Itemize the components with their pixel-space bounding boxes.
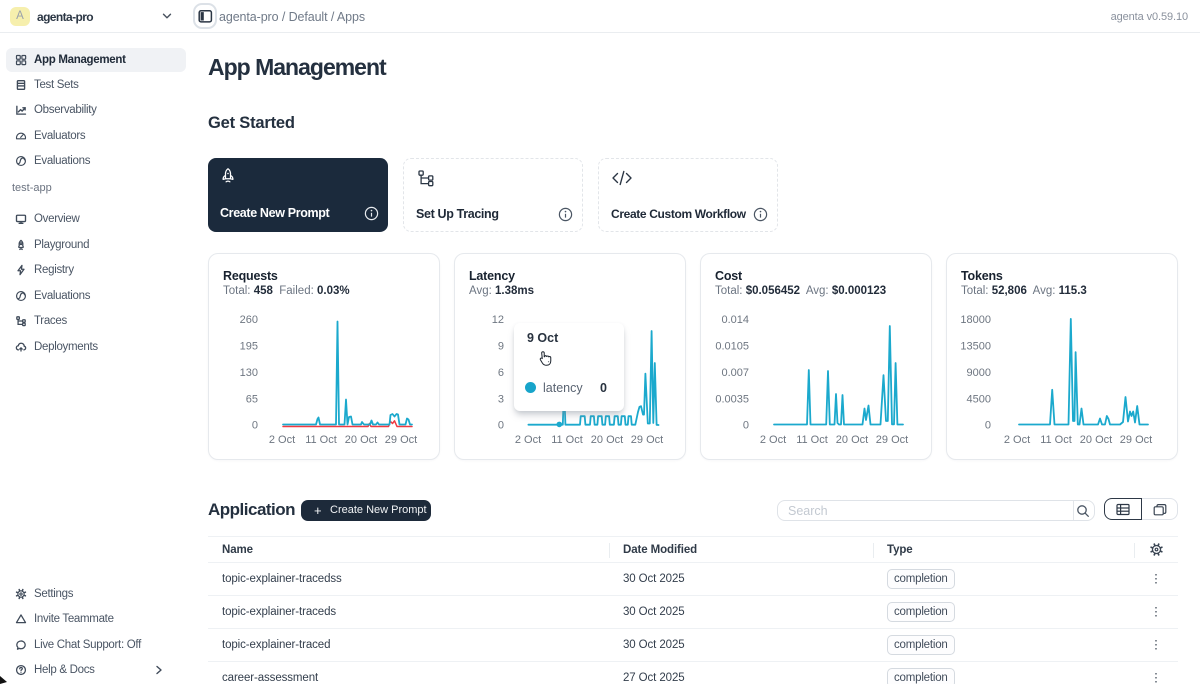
svg-text:29 Oct: 29 Oct	[385, 434, 417, 446]
svg-text:6: 6	[498, 367, 504, 379]
svg-text:0: 0	[498, 420, 504, 432]
svg-text:0: 0	[252, 420, 258, 432]
svg-text:0.0035: 0.0035	[715, 394, 749, 406]
svg-text:29 Oct: 29 Oct	[876, 434, 908, 446]
svg-text:12: 12	[492, 314, 504, 326]
svg-text:3: 3	[498, 394, 504, 406]
svg-text:0: 0	[985, 420, 991, 432]
svg-text:20 Oct: 20 Oct	[591, 434, 623, 446]
svg-text:11 Oct: 11 Oct	[1040, 434, 1072, 446]
svg-text:0: 0	[743, 420, 749, 432]
svg-text:11 Oct: 11 Oct	[551, 434, 583, 446]
svg-text:2 Oct: 2 Oct	[269, 434, 295, 446]
svg-text:9000: 9000	[967, 367, 991, 379]
svg-text:260: 260	[240, 314, 258, 326]
svg-text:9: 9	[498, 341, 504, 353]
svg-text:20 Oct: 20 Oct	[836, 434, 868, 446]
svg-text:20 Oct: 20 Oct	[1080, 434, 1112, 446]
svg-text:18000: 18000	[960, 314, 991, 326]
svg-text:29 Oct: 29 Oct	[631, 434, 663, 446]
svg-text:195: 195	[240, 341, 258, 353]
svg-text:2 Oct: 2 Oct	[515, 434, 541, 446]
svg-text:0.014: 0.014	[721, 314, 749, 326]
svg-text:4500: 4500	[967, 394, 991, 406]
svg-text:0.0105: 0.0105	[715, 341, 749, 353]
svg-text:130: 130	[240, 367, 258, 379]
svg-text:2 Oct: 2 Oct	[760, 434, 786, 446]
svg-text:20 Oct: 20 Oct	[345, 434, 377, 446]
svg-text:11 Oct: 11 Oct	[305, 434, 337, 446]
svg-text:11 Oct: 11 Oct	[796, 434, 828, 446]
svg-text:65: 65	[246, 394, 258, 406]
svg-text:2 Oct: 2 Oct	[1004, 434, 1030, 446]
svg-text:0.007: 0.007	[721, 367, 749, 379]
svg-text:13500: 13500	[960, 341, 991, 353]
svg-text:29 Oct: 29 Oct	[1120, 434, 1152, 446]
